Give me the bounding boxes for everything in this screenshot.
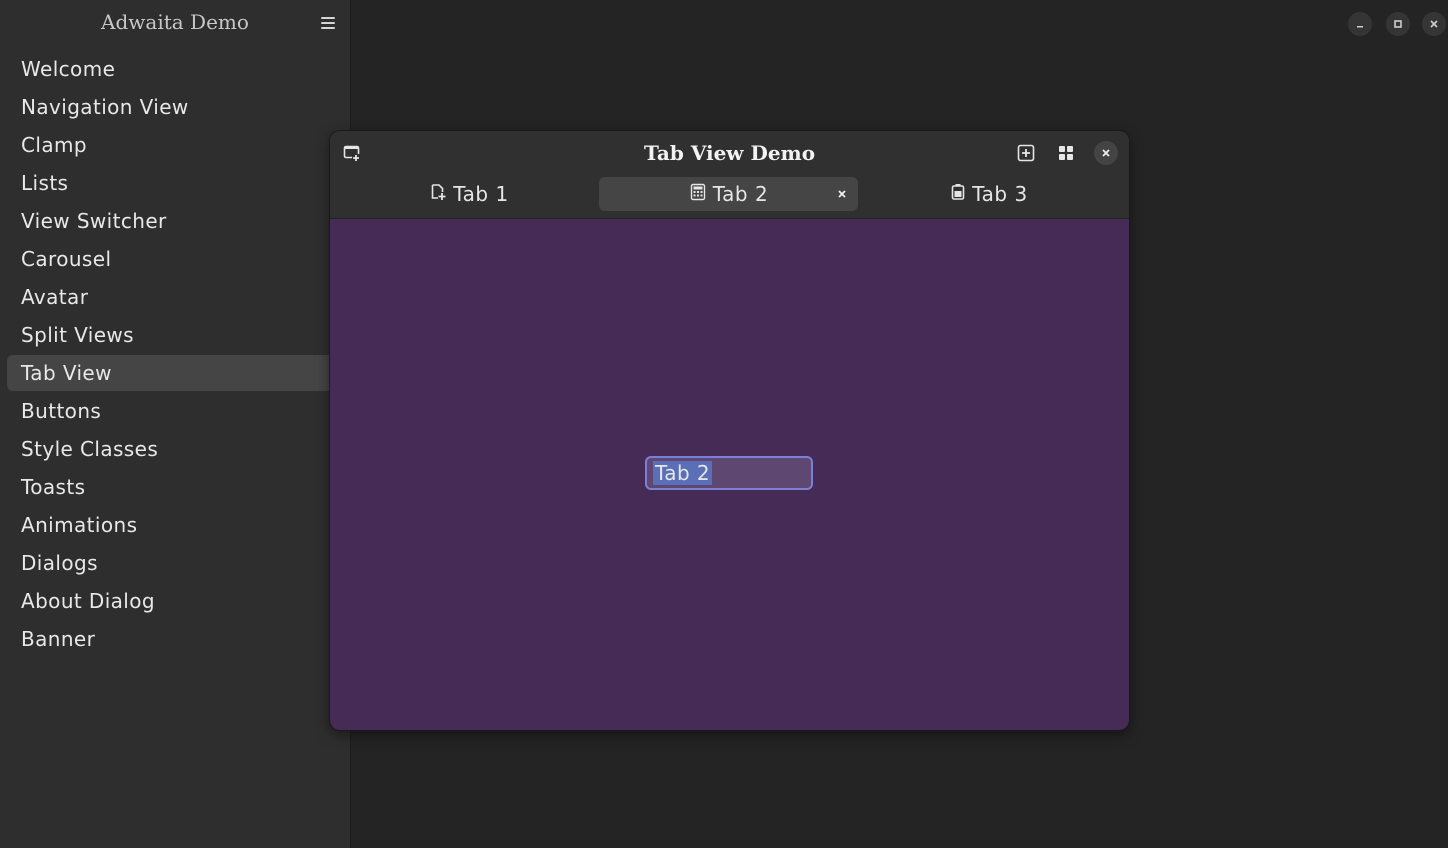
dialog-close-icon[interactable] <box>1094 141 1118 165</box>
tab-title-entry[interactable]: Tab 2 <box>645 456 813 490</box>
sidebar-item-clamp[interactable]: Clamp <box>7 127 350 163</box>
tab-2[interactable]: Tab 2 <box>599 177 858 211</box>
document-new-icon <box>429 182 447 206</box>
maximize-icon[interactable] <box>1386 12 1410 36</box>
app-title: Adwaita Demo <box>101 10 249 34</box>
sidebar-item-buttons[interactable]: Buttons <box>7 393 350 429</box>
sidebar-item-tab-view[interactable]: Tab View <box>7 355 350 391</box>
tab-overview-icon[interactable] <box>1054 141 1078 165</box>
hamburger-menu-icon[interactable] <box>316 12 340 34</box>
new-tab-icon[interactable] <box>1014 141 1038 165</box>
sidebar-item-toasts[interactable]: Toasts <box>7 469 350 505</box>
sidebar-item-navigation-view[interactable]: Navigation View <box>7 89 350 125</box>
sidebar-item-style-classes[interactable]: Style Classes <box>7 431 350 467</box>
sidebar-item-view-switcher[interactable]: View Switcher <box>7 203 350 239</box>
battery-icon <box>950 182 966 206</box>
tab-label: Tab 2 <box>712 182 769 206</box>
calculator-icon <box>689 182 707 206</box>
sidebar-item-banner[interactable]: Banner <box>7 621 350 657</box>
tab-close-icon[interactable] <box>834 186 850 202</box>
sidebar-item-split-views[interactable]: Split Views <box>7 317 350 353</box>
sidebar-item-lists[interactable]: Lists <box>7 165 350 201</box>
dialog-header: Tab View Demo Tab 1 Tab 2 Tab 3 <box>330 131 1129 219</box>
sidebar-item-welcome[interactable]: Welcome <box>7 51 350 87</box>
sidebar-item-animations[interactable]: Animations <box>7 507 350 543</box>
close-icon[interactable] <box>1422 12 1446 36</box>
sidebar: Adwaita Demo Welcome Navigation View Cla… <box>0 0 351 848</box>
tab-label: Tab 1 <box>453 182 509 206</box>
sidebar-item-avatar[interactable]: Avatar <box>7 279 350 315</box>
minimize-icon[interactable] <box>1348 12 1372 36</box>
dialog-title: Tab View Demo <box>643 141 816 165</box>
nav-list: Welcome Navigation View Clamp Lists View… <box>7 51 350 659</box>
entry-text-selected: Tab 2 <box>653 461 712 485</box>
sidebar-item-about-dialog[interactable]: About Dialog <box>7 583 350 619</box>
tab-label: Tab 3 <box>972 182 1028 206</box>
tab-3[interactable]: Tab 3 <box>859 177 1119 211</box>
sidebar-item-dialogs[interactable]: Dialogs <box>7 545 350 581</box>
tab-1[interactable]: Tab 1 <box>340 177 598 211</box>
sidebar-item-carousel[interactable]: Carousel <box>7 241 350 277</box>
sidebar-header: Adwaita Demo <box>0 0 350 46</box>
tab-view-dialog: Tab View Demo Tab 1 Tab 2 Tab 3 Tab 2 <box>330 131 1129 730</box>
